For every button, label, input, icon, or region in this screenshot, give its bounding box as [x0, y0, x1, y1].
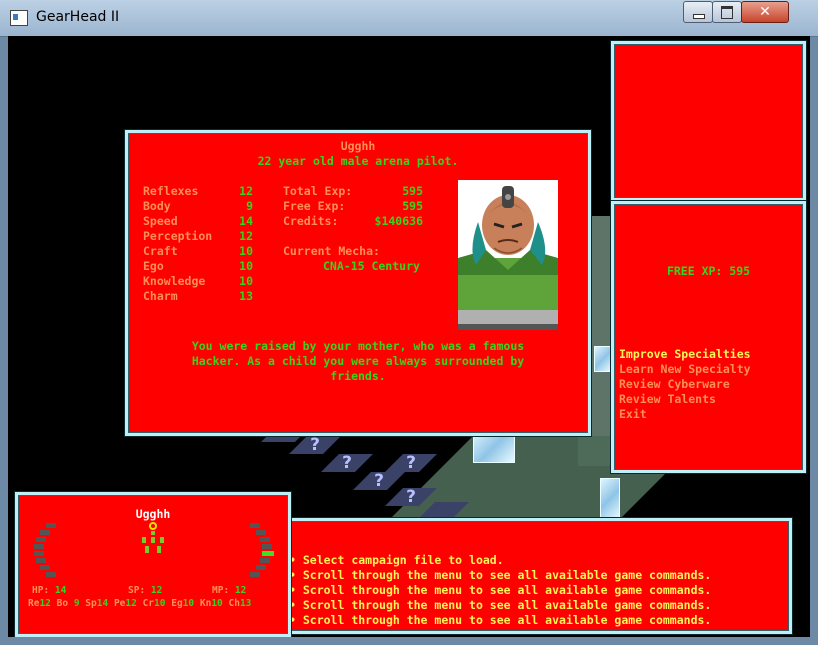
- menu-item-review-talents[interactable]: Review Talents: [619, 392, 716, 406]
- mp-readout: MP: 12: [212, 585, 247, 596]
- stat-value: 14: [239, 214, 253, 228]
- stat-value: 12: [239, 184, 253, 198]
- free-xp-display: FREE XP: 595: [666, 264, 751, 278]
- credits-label: Credits:: [283, 214, 339, 228]
- sp-readout: SP: 12: [128, 585, 163, 596]
- game-viewport[interactable]: ? ? ? ? ? Ugghh 22 year old male arena p…: [8, 36, 810, 637]
- menu-item-improve-specialties[interactable]: Improve Specialties: [619, 347, 751, 361]
- minimize-button[interactable]: [683, 1, 713, 23]
- biography-line: Hacker. As a child you were always surro…: [191, 354, 525, 368]
- character-name: Ugghh: [340, 139, 376, 153]
- stat-value: 13: [239, 289, 253, 303]
- biography-line: You were raised by your mother, who was …: [191, 339, 525, 353]
- stat-label: Speed: [143, 214, 178, 228]
- crystal-block: [600, 478, 620, 520]
- character-sheet-panel: Ugghh 22 year old male arena pilot. Refl…: [125, 130, 591, 436]
- stat-label: Body: [143, 199, 171, 213]
- stat-value: 10: [239, 259, 253, 273]
- character-description: 22 year old male arena pilot.: [257, 154, 459, 168]
- close-button[interactable]: ✕: [741, 1, 789, 23]
- portrait-image: [458, 180, 558, 330]
- maximize-button[interactable]: [712, 1, 742, 23]
- free-exp-label: Free Exp:: [283, 199, 346, 213]
- advancement-menu-panel: FREE XP: 595 Improve Specialties Learn N…: [611, 201, 806, 473]
- character-status-panel: Ugghh HP: 14 SP: 12 MP: 12 Re12 Bo 9 Sp1…: [15, 492, 291, 637]
- credits-value: $140636: [374, 214, 423, 228]
- unknown-map-tile[interactable]: ?: [385, 453, 437, 473]
- close-icon: ✕: [759, 4, 771, 20]
- total-exp-label: Total Exp:: [283, 184, 353, 198]
- info-panel: [611, 41, 806, 201]
- current-mecha-label: Current Mecha:: [283, 244, 380, 258]
- message-log-panel: • Select campaign file to load. • Scroll…: [278, 518, 792, 634]
- stat-value: 9: [246, 199, 253, 213]
- character-portrait: [458, 180, 558, 330]
- crystal-block: [594, 346, 612, 372]
- current-mecha-value: CNA-15 Century: [323, 259, 420, 273]
- minimize-icon: [693, 14, 705, 19]
- stat-label: Charm: [143, 289, 178, 303]
- biography-line: friends.: [330, 369, 386, 383]
- menu-item-learn-new-specialty[interactable]: Learn New Specialty: [619, 362, 751, 376]
- message-line: • Scroll through the menu to see all ava…: [289, 583, 712, 597]
- window-titlebar[interactable]: GearHead II ✕: [0, 0, 818, 37]
- stat-label: Craft: [143, 244, 178, 258]
- stat-label: Knowledge: [143, 274, 206, 288]
- maximize-icon: [721, 6, 733, 19]
- mecha-silhouette-icon: [142, 522, 164, 553]
- stat-label: Reflexes: [143, 184, 199, 198]
- stat-value: 12: [239, 229, 253, 243]
- app-icon: [10, 10, 28, 26]
- message-line: • Scroll through the menu to see all ava…: [289, 613, 712, 627]
- total-exp-value: 595: [402, 184, 423, 198]
- message-line: • Scroll through the menu to see all ava…: [289, 568, 712, 582]
- unknown-map-tile[interactable]: ?: [321, 453, 373, 473]
- window-title: GearHead II: [36, 9, 120, 25]
- stat-value: 10: [239, 274, 253, 288]
- attribute-summary: Re12 Bo 9 Sp14 Pe12 Cr10 Eg10 Kn10 Ch13: [28, 598, 252, 609]
- message-line: • Scroll through the menu to see all ava…: [289, 598, 712, 612]
- menu-item-exit[interactable]: Exit: [619, 407, 647, 421]
- stat-value: 10: [239, 244, 253, 258]
- menu-item-review-cyberware[interactable]: Review Cyberware: [619, 377, 730, 391]
- stat-label: Perception: [143, 229, 213, 243]
- message-line: • Select campaign file to load.: [289, 553, 504, 567]
- free-exp-value: 595: [402, 199, 423, 213]
- stat-label: Ego: [143, 259, 164, 273]
- hp-readout: HP: 14: [32, 585, 67, 596]
